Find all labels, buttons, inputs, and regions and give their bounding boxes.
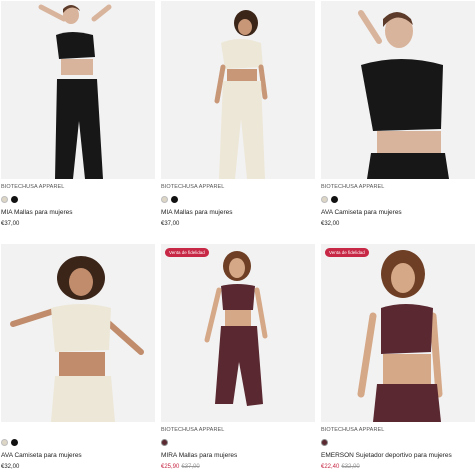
product-image[interactable] [1, 1, 155, 179]
swatch-cream[interactable] [1, 196, 8, 203]
product-card[interactable]: Venta de fidelidad BIOTECHUSA APPAREL MI… [161, 244, 315, 472]
color-swatches [1, 437, 155, 448]
product-card[interactable]: Venta de fidelidad BIOTECHUSA APPAREL EM… [321, 244, 475, 472]
sale-price: €22,40 [321, 464, 340, 470]
color-swatches [161, 194, 315, 205]
swatch-cream[interactable] [321, 196, 328, 203]
original-price: €37,00 [181, 464, 200, 470]
color-swatches [321, 437, 475, 448]
product-price: €22,40 €32,00 [321, 463, 475, 472]
swatch-black[interactable] [331, 196, 338, 203]
product-card[interactable]: BIOTECHUSA APPAREL MIA Mallas para mujer… [1, 1, 155, 229]
product-title[interactable]: MIA Mallas para mujeres [161, 208, 315, 217]
product-title[interactable]: AVA Camiseta para mujeres [1, 451, 155, 460]
brand-label: BIOTECHUSA APPAREL [161, 427, 225, 433]
swatch-black[interactable] [171, 196, 178, 203]
model-photo [1, 244, 155, 422]
product-grid: BIOTECHUSA APPAREL MIA Mallas para mujer… [0, 0, 475, 472]
swatch-cream[interactable] [1, 439, 8, 446]
sale-price: €25,90 [161, 464, 180, 470]
product-price: €32,00 [1, 464, 20, 470]
product-title[interactable]: AVA Camiseta para mujeres [321, 208, 475, 217]
swatch-cream[interactable] [161, 196, 168, 203]
product-image[interactable]: Venta de fidelidad [161, 244, 315, 422]
product-title[interactable]: MIA Mallas para mujeres [1, 208, 155, 217]
product-image[interactable] [161, 1, 315, 179]
swatch-burgundy[interactable] [161, 439, 168, 446]
product-price: €37,00 [161, 221, 180, 227]
product-card[interactable]: BIOTECHUSA APPAREL MIA Mallas para mujer… [161, 1, 315, 229]
swatch-black[interactable] [11, 196, 18, 203]
product-image[interactable]: Venta de fidelidad [321, 244, 475, 422]
swatch-burgundy[interactable] [321, 439, 328, 446]
product-image[interactable] [1, 244, 155, 422]
product-price: €32,00 [321, 221, 340, 227]
brand-label: BIOTECHUSA APPAREL [1, 184, 65, 190]
brand-label: BIOTECHUSA APPAREL [321, 427, 385, 433]
color-swatches [161, 437, 315, 448]
color-swatches [1, 194, 155, 205]
brand-label [1, 426, 155, 434]
original-price: €32,00 [341, 464, 360, 470]
product-title[interactable]: MIRA Mallas para mujeres [161, 451, 315, 460]
product-card[interactable]: BIOTECHUSA APPAREL AVA Camiseta para muj… [321, 1, 475, 229]
product-title[interactable]: EMERSON Sujetador deportivo para mujeres [321, 451, 475, 460]
model-photo [161, 1, 315, 179]
product-price: €25,90 €37,00 [161, 463, 315, 472]
brand-label: BIOTECHUSA APPAREL [321, 184, 385, 190]
promo-badge: Venta de fidelidad [165, 248, 209, 257]
model-photo [321, 244, 475, 422]
product-price: €37,00 [1, 221, 20, 227]
product-card[interactable]: AVA Camiseta para mujeres €32,00 [1, 244, 155, 472]
product-image[interactable] [321, 1, 475, 179]
brand-label: BIOTECHUSA APPAREL [161, 184, 225, 190]
model-photo [1, 1, 155, 179]
color-swatches [321, 194, 475, 205]
swatch-black[interactable] [11, 439, 18, 446]
promo-badge: Venta de fidelidad [325, 248, 369, 257]
model-photo [321, 1, 475, 179]
model-photo [161, 244, 315, 422]
